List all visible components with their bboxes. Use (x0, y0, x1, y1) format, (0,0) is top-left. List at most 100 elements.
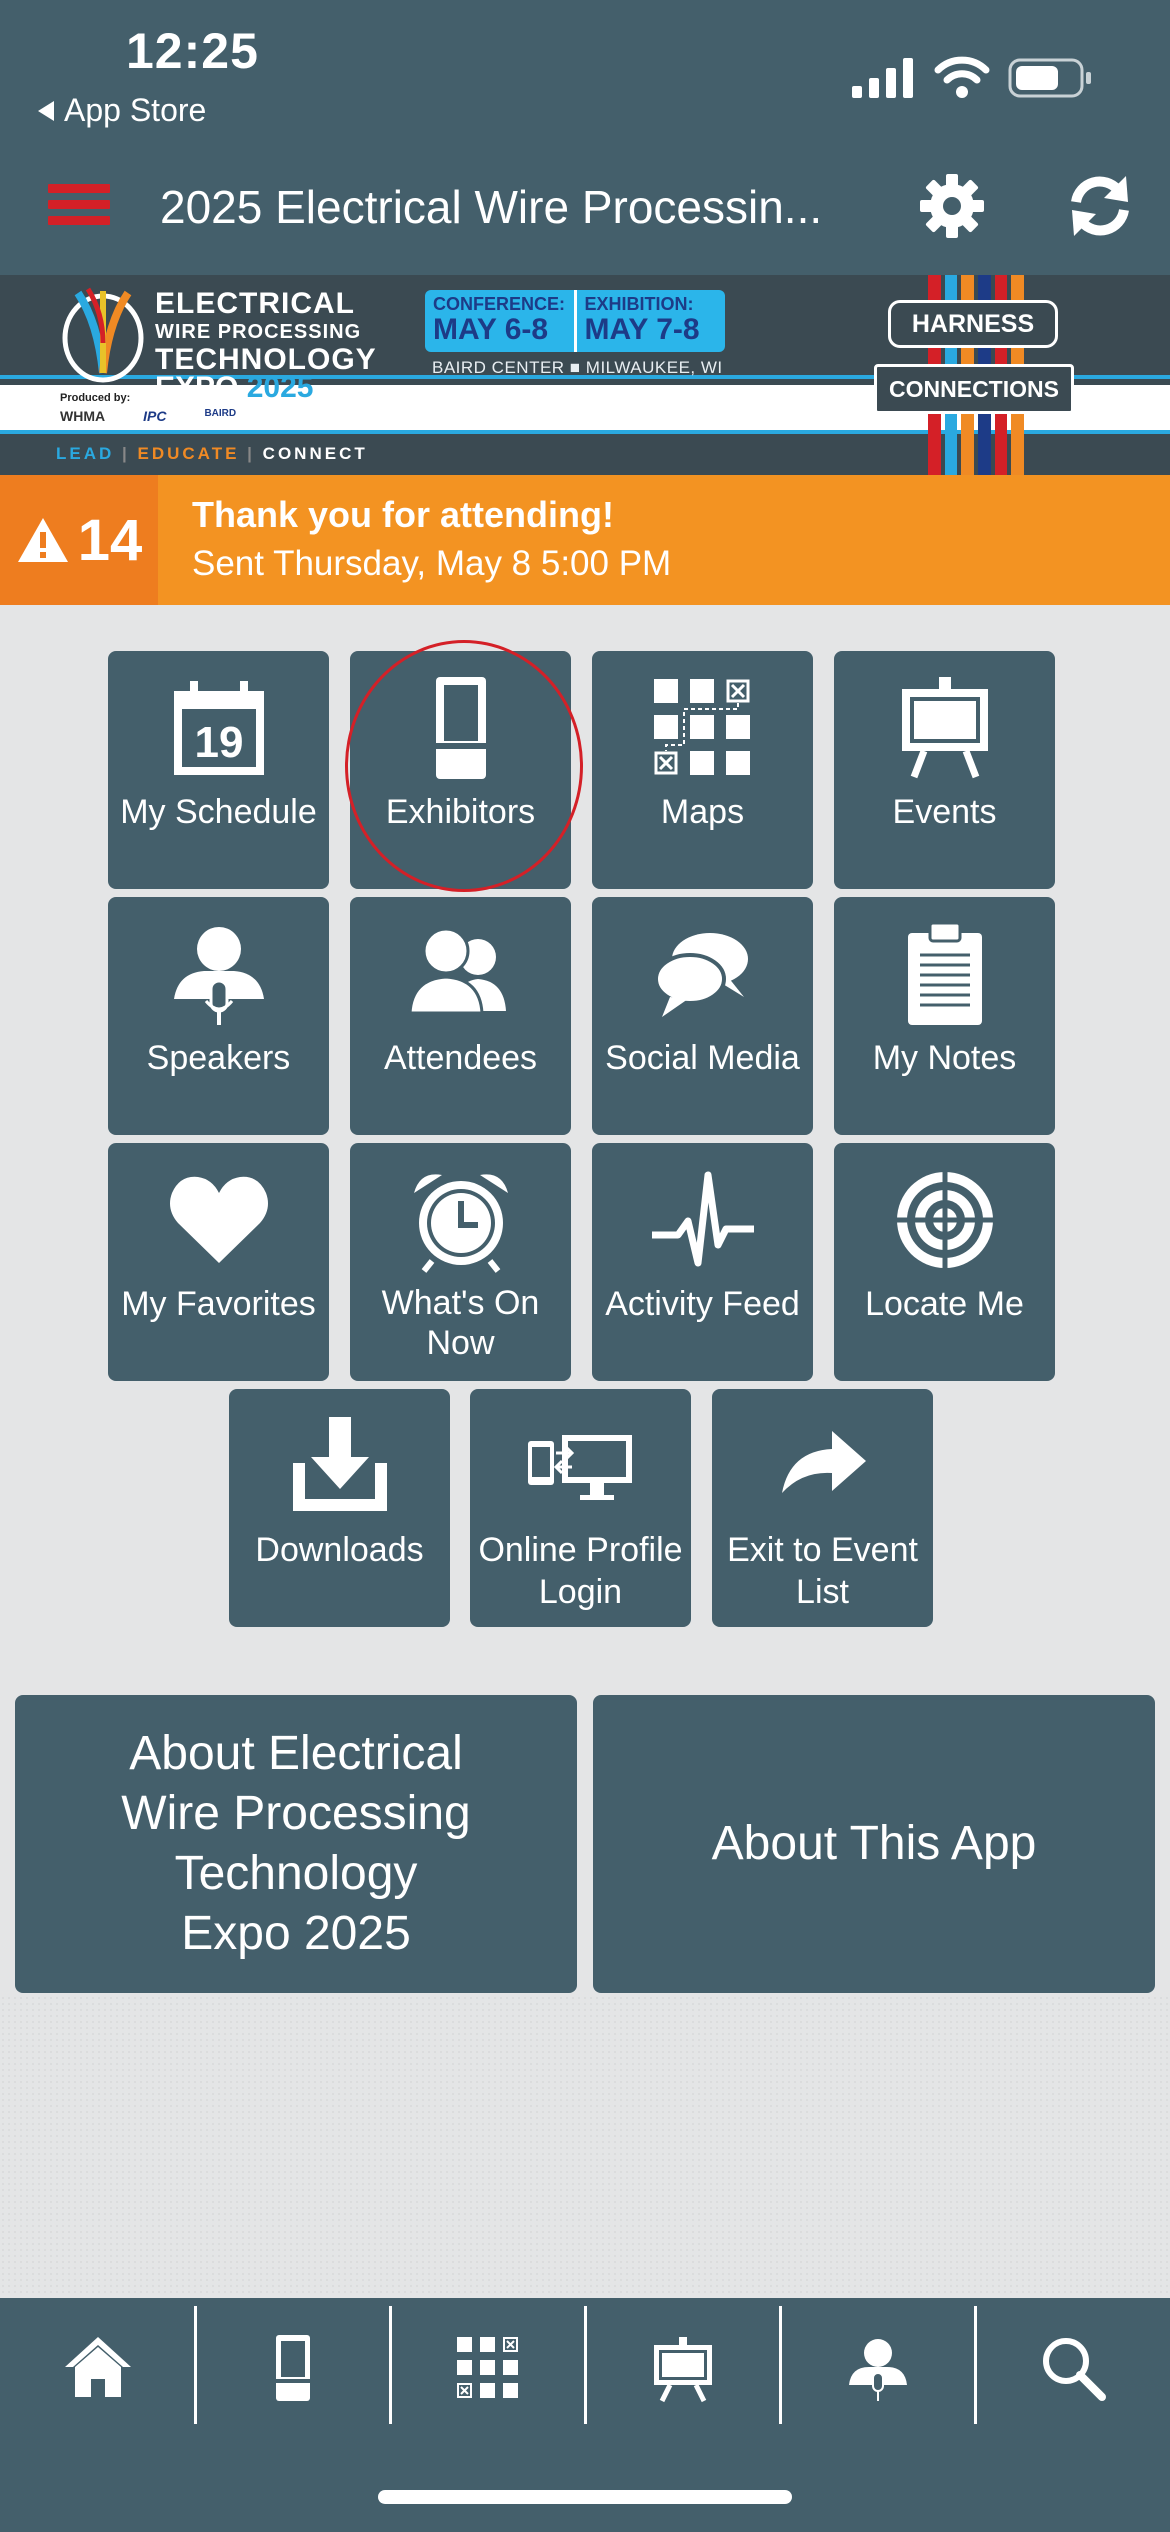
exhibition-label: EXHIBITION: (584, 294, 694, 314)
tile-label: Activity Feed (605, 1285, 800, 1323)
tile-online-profile-login[interactable]: Online Profile Login (470, 1389, 691, 1627)
easel-icon (653, 2336, 712, 2402)
calendar-icon: 19 (173, 681, 264, 775)
clipboard-icon (907, 921, 982, 1025)
tile-label: Exit to Event List (727, 1531, 918, 1611)
logo-line: ELECTRICAL (155, 287, 355, 320)
logo-line: TECHNOLOGY (155, 343, 377, 376)
conference-label: CONFERENCE: (433, 294, 566, 314)
motto-word: CONNECT (262, 444, 368, 463)
tile-label: My Notes (872, 1039, 1017, 1077)
speaker-icon (848, 2338, 907, 2401)
back-label: App Store (64, 92, 207, 128)
tile-label: Attendees (383, 1039, 538, 1077)
pulse-icon (651, 1171, 754, 1267)
signal-icon (852, 58, 913, 98)
logo-line: WIRE PROCESSING (155, 321, 362, 343)
motto: LEAD | EDUCATE | CONNECT (56, 444, 368, 463)
tile-label: Events (892, 793, 997, 831)
sponsor-logo: WHMA (60, 408, 106, 424)
tile-label: Downloads (255, 1531, 424, 1569)
motto-word: LEAD (56, 444, 115, 463)
tab-search[interactable] (975, 2300, 1170, 2435)
gear-icon[interactable] (918, 172, 986, 240)
tile-attendees[interactable]: Attendees (350, 897, 571, 1135)
attendees-icon (407, 927, 506, 1015)
hamburger-menu-icon[interactable] (48, 184, 110, 230)
tile-maps[interactable]: Maps (592, 651, 813, 889)
background-texture (0, 1995, 1170, 2295)
logo-year: 2025 (246, 371, 314, 404)
logo-line: EXPO (155, 371, 239, 404)
tab-home[interactable] (0, 2300, 195, 2435)
tile-label: Speakers (146, 1039, 291, 1077)
expo-logo-text: ELECTRICAL WIRE PROCESSING TECHNOLOGY EX… (155, 287, 377, 404)
tab-maps[interactable] (390, 2300, 585, 2435)
back-arrow-icon (38, 100, 54, 121)
battery-icon (1008, 58, 1091, 98)
alert-counter: 14 (0, 475, 158, 605)
warning-icon (17, 518, 68, 562)
tile-speakers[interactable]: Speakers (108, 897, 329, 1135)
about-event-label: About Electrical Wire Processing Technol… (121, 1727, 471, 1960)
alarm-clock-icon (413, 1174, 508, 1273)
download-icon (292, 1417, 387, 1511)
tab-speakers[interactable] (780, 2300, 975, 2435)
wifi-icon (934, 56, 990, 98)
sponsor-logo: IPC (143, 408, 167, 424)
tile-label: What's On Now (381, 1284, 540, 1362)
produced-by: Produced by: (60, 392, 131, 404)
chat-bubbles-icon (653, 933, 748, 1017)
conference-dates: MAY 6-8 (433, 313, 549, 346)
map-grid-icon (653, 679, 750, 775)
tile-exit-to-event-list[interactable]: Exit to Event List (712, 1389, 933, 1627)
highlight-circle (345, 640, 583, 892)
tile-label: My Schedule (120, 793, 317, 831)
sponsor-logos: WHMA IPC BAIRD (60, 408, 236, 424)
home-icon (64, 2336, 131, 2397)
tile-locate-me[interactable]: Locate Me (834, 1143, 1055, 1381)
back-to-app-store[interactable]: App Store (38, 92, 206, 129)
sponsor-logo: BAIRD (204, 408, 237, 419)
tile-social-media[interactable]: Social Media (592, 897, 813, 1135)
about-app-button[interactable]: About This App (593, 1695, 1155, 1993)
connections-label: CONNECTIONS (874, 364, 1074, 414)
map-grid-icon (456, 2336, 518, 2398)
motto-word: EDUCATE (137, 444, 240, 463)
tile-events[interactable]: Events (834, 651, 1055, 889)
exhibition-dates: MAY 7-8 (584, 313, 700, 346)
event-dates: CONFERENCE: MAY 6-8 EXHIBITION: MAY 7-8 (425, 290, 725, 352)
alert-subtitle: Sent Thursday, May 8 5:00 PM (192, 544, 672, 583)
tab-exhibitors[interactable] (195, 2300, 390, 2435)
harness-label: HARNESS (888, 300, 1058, 348)
easel-icon (901, 677, 988, 779)
status-time: 12:25 (126, 23, 259, 79)
booth-icon (272, 2334, 313, 2401)
tile-my-favorites[interactable]: My Favorites (108, 1143, 329, 1381)
speaker-icon (173, 927, 264, 1025)
expo-logo-mark (62, 287, 144, 383)
refresh-icon[interactable] (1066, 172, 1134, 240)
calendar-day: 19 (194, 718, 243, 767)
devices-icon (527, 1435, 632, 1500)
alert-title: Thank you for attending! (192, 494, 614, 535)
tile-label: Locate Me (865, 1285, 1024, 1323)
tile-label: Social Media (605, 1039, 800, 1077)
tab-events[interactable] (585, 2300, 780, 2435)
about-event-button[interactable]: About Electrical Wire Processing Technol… (15, 1695, 577, 1993)
tile-label: My Favorites (121, 1285, 316, 1323)
tile-label: Maps (660, 793, 745, 831)
tile-my-notes[interactable]: My Notes (834, 897, 1055, 1135)
venue: BAIRD CENTER ■ MILWAUKEE, WI (432, 358, 723, 377)
search-icon (1042, 2337, 1106, 2401)
home-indicator[interactable] (378, 2490, 792, 2504)
tile-activity-feed[interactable]: Activity Feed (592, 1143, 813, 1381)
tile-whats-on-now[interactable]: What's On Now (350, 1143, 571, 1381)
alert-count: 14 (77, 507, 143, 573)
tile-my-schedule[interactable]: 19 My Schedule (108, 651, 329, 889)
page-title: 2025 Electrical Wire Processin... (160, 181, 823, 233)
tile-downloads[interactable]: Downloads (229, 1389, 450, 1627)
share-arrow-icon (781, 1431, 866, 1493)
tile-label: Online Profile Login (478, 1531, 683, 1611)
crosshair-icon (891, 1167, 998, 1273)
